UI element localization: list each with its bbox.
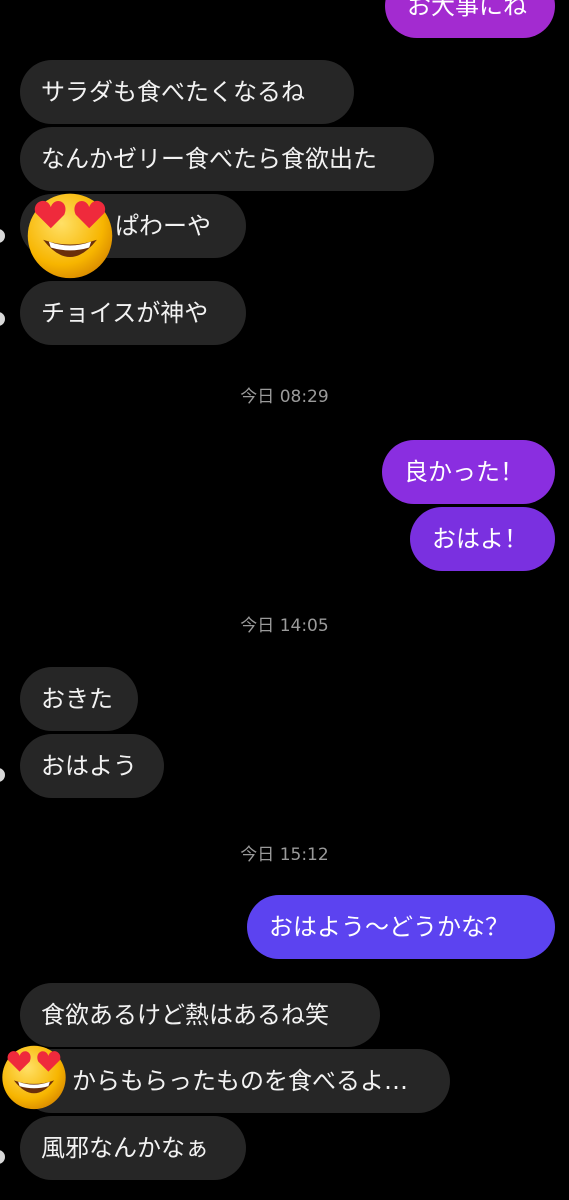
message-text: からもらったものを食べるよ… [72, 1067, 408, 1095]
message-text: サラダも食べたくなるね [41, 78, 305, 106]
chat-thread: お大事にね サラダも食べたくなるね なんかゼリー食べたら食欲出た ぱわーや チョ… [0, 0, 569, 1200]
message-text: 風邪なんかなぁ [41, 1134, 209, 1162]
timestamp: 今日 08:29 [240, 387, 329, 407]
message-text: おはよう〜どうかな？ [269, 913, 509, 941]
heart-eyes-emoji-icon [2, 1045, 66, 1110]
message-text: 良かった！ [404, 458, 524, 486]
heart-eyes-emoji-icon [27, 193, 113, 279]
outgoing-message[interactable]: 良かった！ [382, 440, 555, 504]
incoming-message[interactable]: おきた [20, 667, 138, 731]
message-text: 食欲あるけど熱はあるね笑 [41, 1001, 329, 1029]
message-text: おはよ！ [432, 525, 528, 553]
incoming-message[interactable]: 食欲あるけど熱はあるね笑 [20, 983, 380, 1047]
message-text: ぱわーや [115, 212, 211, 240]
outgoing-message[interactable]: おはよ！ [410, 507, 555, 571]
message-text: おきた [41, 685, 113, 713]
message-text: チョイスが神や [41, 299, 209, 327]
outgoing-message[interactable]: お大事にね [385, 0, 555, 38]
sender-avatar[interactable] [0, 768, 5, 782]
incoming-message[interactable]: 風邪なんかなぁ [20, 1116, 246, 1180]
incoming-message[interactable]: からもらったものを食べるよ… [20, 1049, 450, 1113]
incoming-message[interactable]: サラダも食べたくなるね [20, 60, 354, 124]
timestamp: 今日 15:12 [240, 845, 329, 865]
incoming-message[interactable]: おはよう [20, 734, 164, 798]
message-text: お大事にね [407, 0, 527, 20]
message-text: なんかゼリー食べたら食欲出た [41, 145, 377, 173]
message-text: おはよう [41, 752, 137, 780]
sender-avatar[interactable] [0, 312, 5, 326]
incoming-message[interactable]: チョイスが神や [20, 281, 246, 345]
sender-avatar[interactable] [0, 1150, 5, 1164]
timestamp: 今日 14:05 [240, 616, 329, 636]
outgoing-message[interactable]: おはよう〜どうかな？ [247, 895, 555, 959]
sender-avatar[interactable] [0, 229, 5, 243]
incoming-message[interactable]: なんかゼリー食べたら食欲出た [20, 127, 434, 191]
